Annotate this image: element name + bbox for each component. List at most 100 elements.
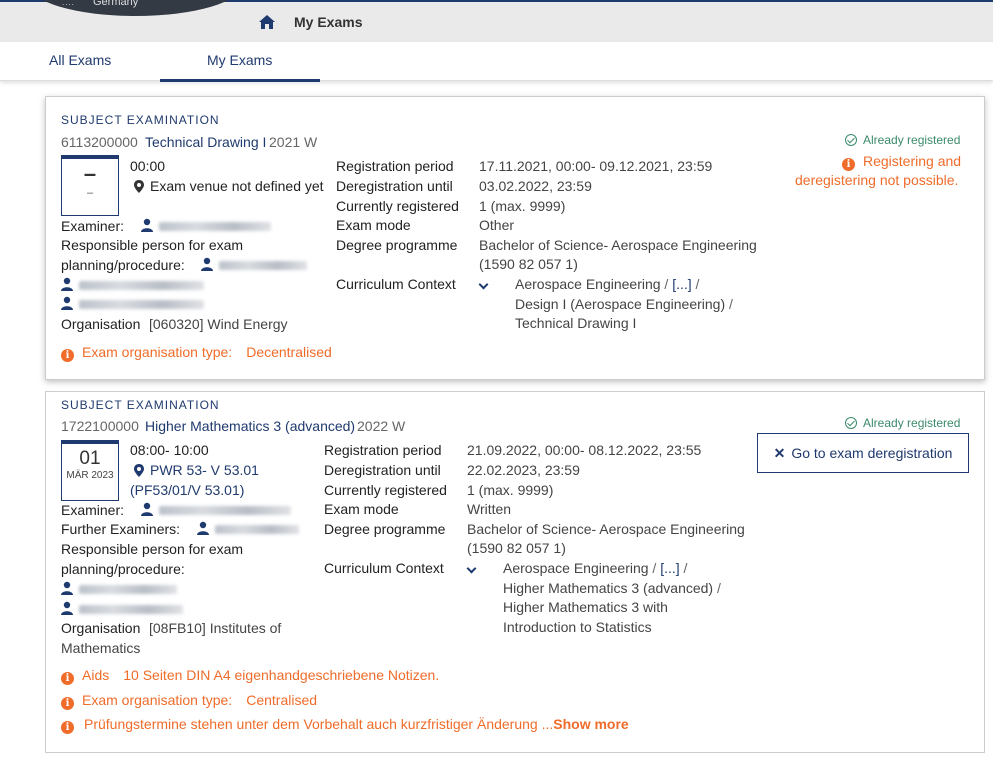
exam-venue-text: PWR 53- V 53.01: [150, 462, 259, 478]
examiner-label: Examiner:: [61, 218, 125, 234]
redacted-name: [219, 260, 307, 270]
currently-registered-value: 1 (max. 9999): [479, 198, 566, 214]
curriculum-item[interactable]: Introduction to Statistics: [503, 619, 652, 635]
exam-date-day: 01: [79, 448, 101, 469]
responsible-person[interactable]: [201, 256, 307, 272]
exam-mode-value: Written: [467, 501, 512, 517]
curriculum-item[interactable]: Technical Drawing I: [515, 315, 636, 331]
org-type-note: i Exam organisation type: Decentralised: [61, 344, 332, 362]
curriculum-item[interactable]: Aerospace Engineering: [515, 276, 661, 292]
curriculum-path-1: Aerospace Engineering / [...] /: [503, 560, 688, 576]
location-pin-icon: [134, 180, 144, 193]
responsible-label-2: planning/procedure:: [61, 561, 185, 577]
further-examiner-person[interactable]: [197, 520, 299, 536]
degree-programme-label: Degree programme: [336, 237, 458, 253]
tab-all-exams[interactable]: All Exams: [49, 52, 111, 68]
responsible-label-1: Responsible person for exam: [61, 237, 244, 253]
curriculum-item[interactable]: Higher Mathematics 3 (advanced): [503, 580, 713, 596]
exam-card: SUBJECT EXAMINATION 6113200000 Technical…: [45, 96, 985, 380]
responsible-label-1: Responsible person for exam: [61, 541, 244, 557]
degree-programme-value: Bachelor of Science- Aerospace Engineeri…: [479, 237, 757, 253]
person-icon: [61, 601, 73, 615]
deregistration-until-label: Deregistration until: [324, 462, 441, 478]
person-icon: [61, 581, 73, 595]
deregistration-until-value: 03.02.2022, 23:59: [479, 178, 592, 194]
exam-time: 08:00- 10:00: [130, 442, 209, 458]
currently-registered-label: Currently registered: [324, 482, 447, 498]
redacted-name: [79, 280, 204, 290]
curriculum-expand-toggle[interactable]: [478, 275, 489, 291]
curriculum-context-label: Curriculum Context: [324, 560, 444, 576]
redacted-name: [79, 604, 183, 614]
aids-note: i Aids 10 Seiten DIN A4 eigenhandgeschrieb…: [61, 667, 439, 685]
exam-title-link[interactable]: Technical Drawing I: [145, 134, 266, 150]
degree-programme-code: (1590 82 057 1): [467, 540, 566, 556]
degree-programme-value: Bachelor of Science- Aerospace Engineeri…: [467, 521, 745, 537]
responsible-person[interactable]: [61, 295, 204, 311]
logo-dots: ....: [62, 0, 75, 7]
currently-registered-label: Currently registered: [336, 198, 459, 214]
person-icon: [141, 502, 153, 516]
examiner-person[interactable]: [141, 501, 291, 517]
exam-venue-link[interactable]: PWR 53- V 53.01: [134, 462, 259, 478]
top-bar: .... Germany My Exams: [0, 0, 993, 42]
org-type-note: i Exam organisation type: Centralised: [61, 692, 317, 710]
close-icon: ✕: [773, 445, 786, 461]
home-icon[interactable]: [258, 14, 276, 30]
further-examiners-label: Further Examiners:: [61, 521, 181, 537]
go-to-deregistration-button[interactable]: ✕ Go to exam deregistration: [757, 433, 969, 473]
logo-text: Germany: [93, 0, 139, 8]
exam-kind: SUBJECT EXAMINATION: [61, 398, 220, 412]
check-circle-icon: [845, 134, 857, 146]
organisation-value: [08FB10] Institutes of: [149, 620, 282, 636]
exam-number: 6113200000: [61, 134, 138, 150]
curriculum-ellipsis[interactable]: [...]: [660, 560, 679, 576]
person-icon: [61, 277, 73, 291]
tab-bar: All Exams My Exams: [0, 42, 993, 82]
organisation-value: [060320] Wind Energy: [149, 316, 288, 332]
exam-date-month: MÄR 2023: [66, 470, 114, 481]
exam-card: SUBJECT EXAMINATION 1722100000 Higher Ma…: [45, 391, 985, 753]
show-more-link[interactable]: Show more: [553, 716, 628, 732]
curriculum-expand-toggle[interactable]: [466, 559, 477, 575]
chevron-down-icon: [478, 279, 489, 290]
curriculum-item[interactable]: Higher Mathematics 3 with: [503, 599, 668, 615]
deregistration-until-label: Deregistration until: [336, 178, 453, 194]
registration-status: Already registered: [845, 416, 960, 430]
curriculum-ellipsis[interactable]: [...]: [672, 276, 691, 292]
registration-status: Already registered: [845, 133, 960, 147]
exam-mode-label: Exam mode: [324, 501, 399, 517]
responsible-person[interactable]: [61, 600, 183, 616]
info-icon: i: [61, 672, 74, 685]
organisation-label: Organisation: [61, 316, 141, 332]
curriculum-context-label: Curriculum Context: [336, 276, 456, 292]
exam-venue-code[interactable]: (PF53/01/V 53.01): [130, 482, 244, 498]
chevron-down-icon: [466, 563, 477, 574]
curriculum-path-2: Higher Mathematics 3 (advanced) /: [503, 580, 721, 596]
tab-my-exams[interactable]: My Exams: [207, 52, 272, 68]
info-icon: i: [61, 721, 74, 734]
registration-period-value: 21.09.2022, 00:00- 08.12.2022, 23:55: [467, 442, 702, 458]
info-icon: i: [842, 158, 855, 171]
redacted-name: [79, 299, 204, 309]
active-tab-indicator: [160, 79, 320, 82]
currently-registered-value: 1 (max. 9999): [467, 482, 554, 498]
responsible-person[interactable]: [61, 580, 177, 596]
exam-number: 1722100000: [61, 418, 139, 434]
redacted-name: [159, 505, 291, 515]
registration-period-label: Registration period: [324, 442, 442, 458]
person-icon: [201, 257, 213, 271]
exam-date-day: –: [83, 161, 97, 186]
curriculum-item[interactable]: Design I (Aerospace Engineering): [515, 296, 725, 312]
person-icon: [141, 218, 153, 232]
examiner-person[interactable]: [141, 217, 271, 233]
exam-title-link[interactable]: Higher Mathematics 3 (advanced): [145, 418, 355, 434]
examiner-label: Examiner:: [61, 502, 125, 518]
exam-date-month: –: [86, 187, 94, 199]
responsible-person[interactable]: [61, 276, 204, 292]
info-icon: i: [61, 349, 74, 362]
curriculum-item[interactable]: Aerospace Engineering: [503, 560, 649, 576]
location-pin-icon: [134, 464, 144, 477]
redacted-name: [159, 221, 271, 231]
schedule-notice: i Prüfungstermine stehen unter dem Vorbeh…: [61, 716, 629, 734]
